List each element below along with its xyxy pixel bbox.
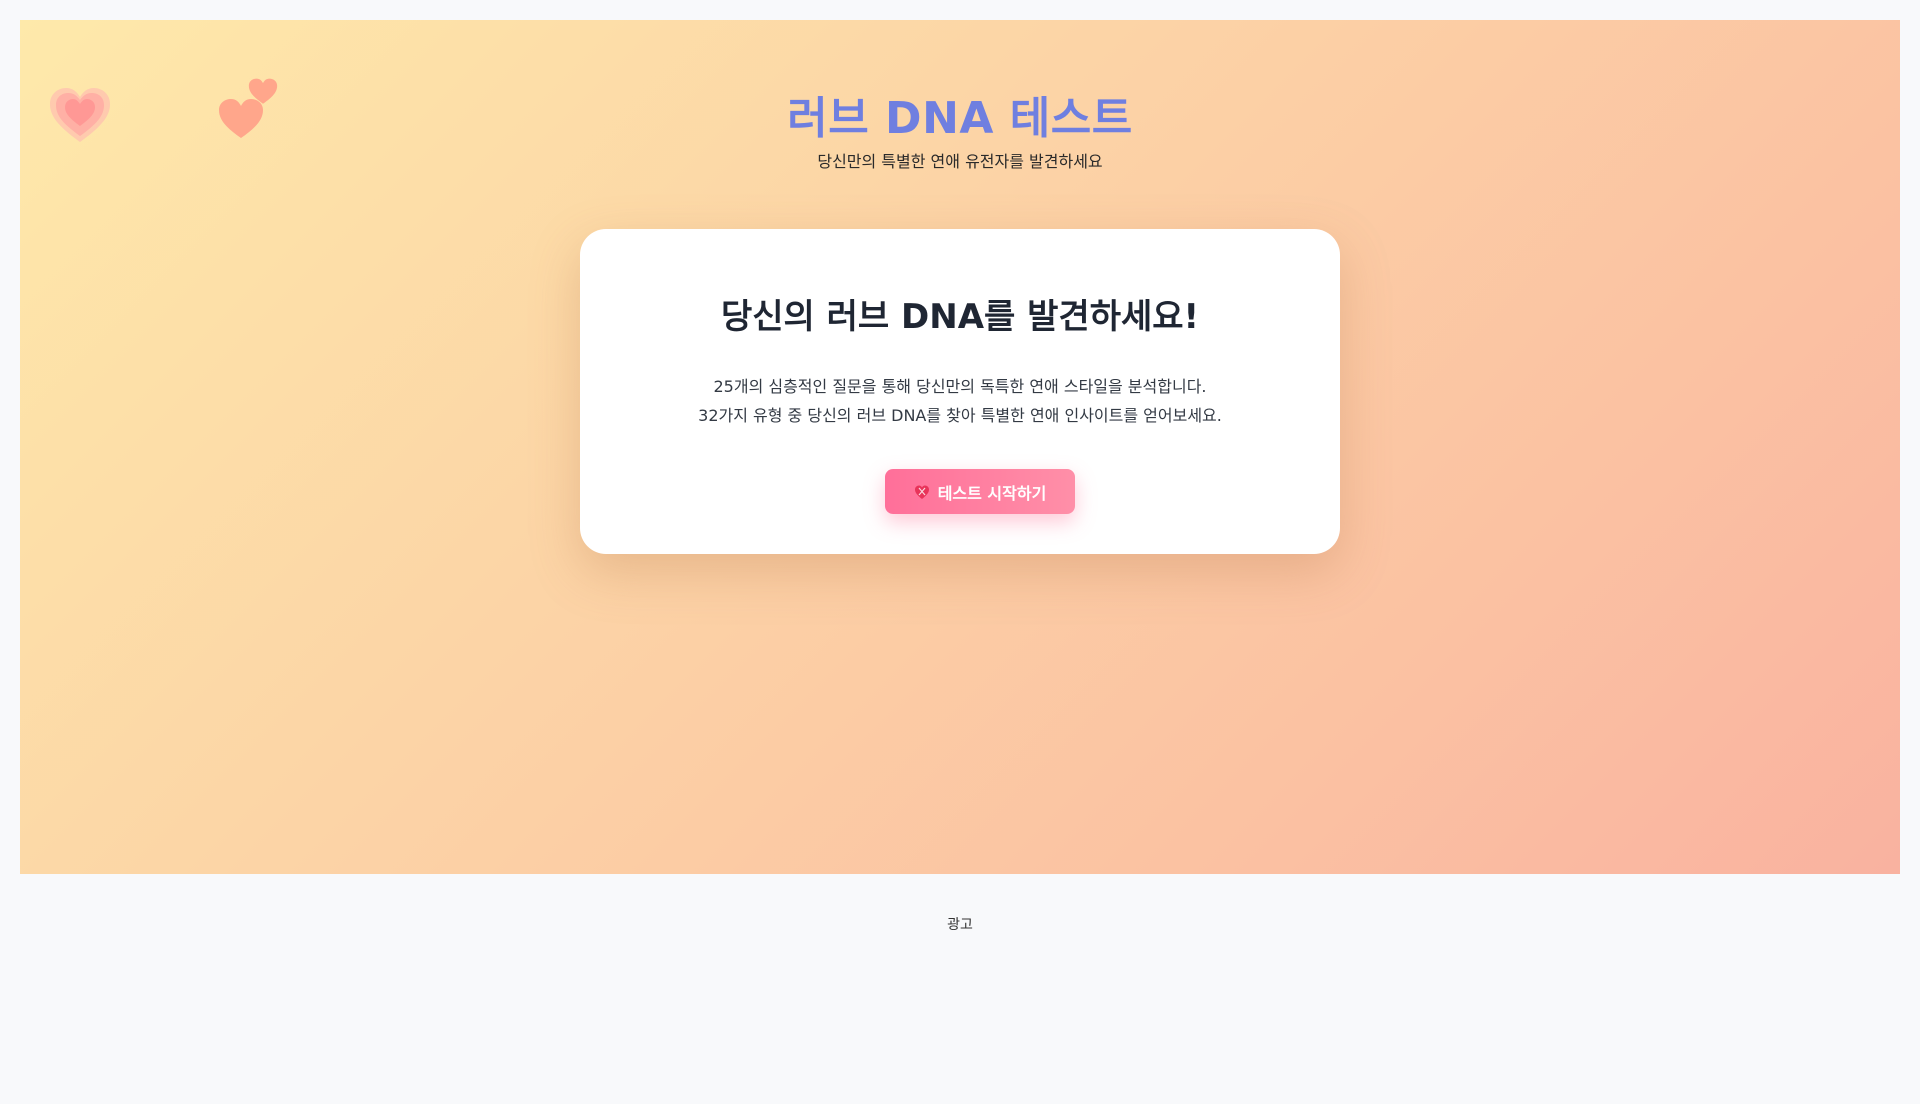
heart-dna-icon xyxy=(914,485,929,499)
start-test-button[interactable]: 테스트 시작하기 xyxy=(885,469,1075,514)
start-test-button-label: 테스트 시작하기 xyxy=(937,483,1047,503)
card-title: 당신의 러브 DNA를 발견하세요! xyxy=(720,297,1200,337)
hero-section: 러브 DNA 테스트 당신만의 특별한 연애 유전자를 발견하세요 당신의 러브… xyxy=(20,20,1900,874)
intro-card: 당신의 러브 DNA를 발견하세요! 25개의 심층적인 질문을 통해 당신만의… xyxy=(580,229,1340,554)
ad-label: 광고 xyxy=(947,917,973,933)
card-description-line2: 32가지 유형 중 당신의 러브 DNA를 찾아 특별한 연애 인사이트를 얻어… xyxy=(698,406,1222,425)
page-subtitle: 당신만의 특별한 연애 유전자를 발견하세요 xyxy=(817,152,1103,171)
page-title: 러브 DNA 테스트 xyxy=(787,93,1133,144)
card-description-line1: 25개의 심층적인 질문을 통해 당신만의 독특한 연애 스타일을 분석합니다. xyxy=(713,377,1207,396)
